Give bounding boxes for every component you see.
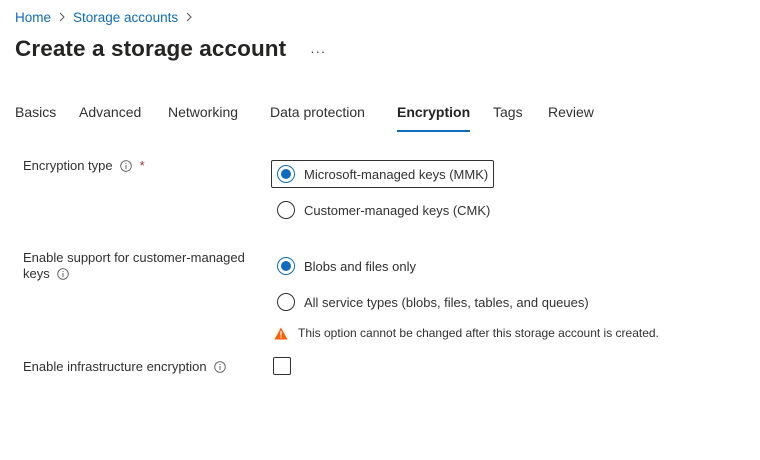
- breadcrumb: Home Storage accounts: [15, 8, 200, 26]
- infrastructure-encryption-label-text: Enable infrastructure encryption: [23, 359, 207, 374]
- warning-text: This option cannot be changed after this…: [298, 326, 659, 340]
- radio-button[interactable]: [277, 293, 295, 311]
- tab-networking[interactable]: Networking: [168, 104, 238, 130]
- radio-button[interactable]: [277, 201, 295, 219]
- tab-basics[interactable]: Basics: [15, 104, 56, 130]
- chevron-right-icon: [57, 8, 67, 26]
- tab-tags[interactable]: Tags: [493, 104, 523, 130]
- ellipsis-icon[interactable]: ···: [310, 44, 326, 59]
- radio-button-selected[interactable]: [277, 165, 295, 183]
- breadcrumb-storage-accounts-link[interactable]: Storage accounts: [73, 10, 178, 25]
- radio-button-selected[interactable]: [277, 257, 295, 275]
- radio-label: Microsoft-managed keys (MMK): [304, 166, 489, 182]
- tab-data-protection[interactable]: Data protection: [270, 104, 365, 130]
- tab-review[interactable]: Review: [548, 104, 594, 130]
- info-icon[interactable]: [56, 268, 69, 280]
- radio-label: Blobs and files only: [304, 258, 417, 274]
- radio-label: All service types (blobs, files, tables,…: [304, 294, 589, 310]
- info-icon[interactable]: [119, 160, 132, 172]
- title-row: Create a storage account ···: [15, 36, 326, 62]
- info-icon[interactable]: [213, 361, 226, 373]
- encryption-type-label: Encryption type *: [23, 158, 145, 174]
- required-asterisk: *: [139, 158, 145, 173]
- tab-encryption[interactable]: Encryption: [397, 104, 471, 132]
- radio-label: Customer-managed keys (CMK): [304, 202, 491, 218]
- radio-microsoft-managed-keys[interactable]: Microsoft-managed keys (MMK): [277, 165, 488, 183]
- encryption-type-label-text: Encryption type: [23, 158, 113, 173]
- infrastructure-encryption-label: Enable infrastructure encryption: [23, 359, 226, 375]
- radio-customer-managed-keys[interactable]: Customer-managed keys (CMK): [277, 201, 490, 219]
- cmk-support-label-line1: Enable support for customer-managed: [23, 250, 245, 265]
- cmk-support-label-line2: keys: [23, 266, 50, 281]
- radio-blobs-and-files-only[interactable]: Blobs and files only: [277, 257, 416, 275]
- cmk-support-label: Enable support for customer-managed keys: [23, 250, 245, 282]
- breadcrumb-home-link[interactable]: Home: [15, 10, 51, 25]
- warning-message: This option cannot be changed after this…: [274, 326, 659, 340]
- chevron-right-icon: [184, 8, 194, 26]
- tab-advanced[interactable]: Advanced: [79, 104, 141, 130]
- page-title: Create a storage account: [15, 36, 287, 61]
- radio-all-service-types[interactable]: All service types (blobs, files, tables,…: [277, 293, 589, 311]
- warning-icon: [274, 327, 288, 339]
- infrastructure-encryption-checkbox[interactable]: [273, 357, 291, 375]
- create-storage-account-page: Home Storage accounts Create a storage a…: [0, 0, 760, 460]
